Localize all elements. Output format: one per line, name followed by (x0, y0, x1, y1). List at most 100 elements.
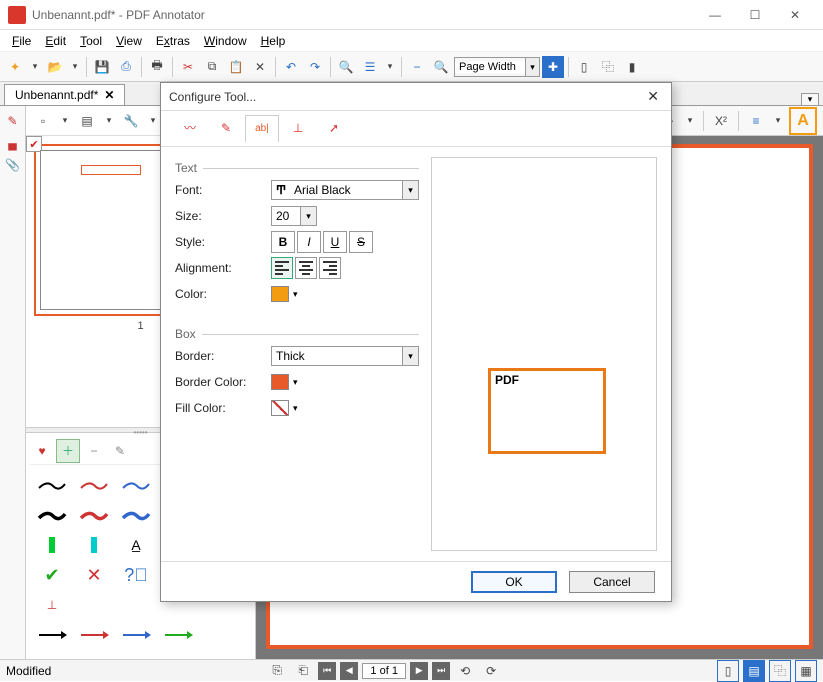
delete-icon[interactable]: ✕ (249, 56, 271, 78)
sidebar-dropdown[interactable]: ▾ (383, 56, 397, 78)
menu-extras[interactable]: Extras (150, 32, 196, 50)
underline-button[interactable]: U (323, 231, 347, 253)
search-icon[interactable]: 🔍 (335, 56, 357, 78)
palette-add-icon[interactable]: ＋ (56, 439, 80, 463)
sidebar-icon[interactable]: ☰ (359, 56, 381, 78)
view-grid-icon[interactable]: ▦ (795, 660, 817, 682)
tab-pen-icon[interactable]: 〰 (173, 115, 207, 143)
page-layout-icon[interactable]: ▯ (573, 56, 595, 78)
border-dropdown-icon[interactable]: ▾ (402, 347, 418, 365)
nav-prev-icon[interactable]: ◀ (340, 662, 358, 680)
size-select[interactable]: 20 ▾ (271, 206, 317, 226)
save-icon[interactable]: 💾 (91, 56, 113, 78)
highlighter-tool-icon[interactable]: ▄ (8, 136, 17, 150)
text-style-icon[interactable]: X² (710, 110, 732, 132)
font-dropdown-icon[interactable]: ▾ (402, 181, 418, 199)
swatch-arrow-red[interactable] (74, 621, 114, 649)
swatch-hl-cyan[interactable] (74, 531, 114, 559)
border-select[interactable]: Thick ▾ (271, 346, 419, 366)
tab-stamp-icon[interactable]: ⊥ (281, 115, 315, 143)
swatch-help-icon[interactable]: ?⃝ (116, 561, 156, 589)
align-icon[interactable]: ≡ (745, 110, 767, 132)
copy-icon[interactable]: ⧉ (201, 56, 223, 78)
save-as-icon[interactable]: ⎙ (115, 56, 137, 78)
size-dropdown-icon[interactable]: ▾ (300, 207, 316, 225)
close-button[interactable]: ✕ (775, 1, 815, 29)
menu-tool[interactable]: Tool (74, 32, 108, 50)
swatch-cross-icon[interactable]: ✕ (74, 561, 114, 589)
minimize-button[interactable]: — (695, 1, 735, 29)
dialog-close-icon[interactable]: ✕ (643, 88, 663, 105)
swatch-pen-blue-thick[interactable] (116, 501, 156, 529)
maximize-button[interactable]: ☐ (735, 1, 775, 29)
swatch-hl-green[interactable] (32, 531, 72, 559)
swatch-pen-red[interactable] (74, 471, 114, 499)
strike-button[interactable]: S (349, 231, 373, 253)
border-color-dropdown-icon[interactable]: ▾ (291, 377, 300, 388)
align-center-button[interactable] (295, 257, 317, 279)
nav-next-icon[interactable]: ▶ (410, 662, 428, 680)
status-page-first-icon[interactable]: ⎘ (266, 660, 288, 682)
swatch-arrow-black[interactable] (32, 621, 72, 649)
swatch-pen-red-thick[interactable] (74, 501, 114, 529)
text-color-picker[interactable]: ▾ (271, 286, 300, 302)
status-page-ins-icon[interactable]: ⎗ (292, 660, 314, 682)
swatch-check-icon[interactable]: ✔ (32, 561, 72, 589)
menu-window[interactable]: Window (198, 32, 253, 50)
zoom-in-icon[interactable]: 🔍 (430, 56, 452, 78)
doc-tab[interactable]: Unbenannt.pdf* ✕ (4, 84, 125, 105)
open-icon[interactable]: 📂 (44, 56, 66, 78)
nav-last-icon[interactable]: ⏭ (432, 662, 450, 680)
menu-view[interactable]: View (110, 32, 148, 50)
tab-arrow-icon[interactable]: ➚ (317, 115, 351, 143)
nav-first-icon[interactable]: ⏮ (318, 662, 336, 680)
menu-edit[interactable]: Edit (39, 32, 72, 50)
page-dual-icon[interactable]: ⿻ (597, 56, 619, 78)
font-select[interactable]: Ͳ Arial Black ▾ (271, 180, 419, 200)
thumb-settings-icon[interactable]: 🔧 (120, 110, 142, 132)
menu-file[interactable]: File (6, 32, 37, 50)
palette-favorites-icon[interactable]: ♥ (30, 439, 54, 463)
swatch-pen-blue[interactable] (116, 471, 156, 499)
swatch-text-cursor[interactable]: A̲ (116, 531, 156, 559)
pen-tool-icon[interactable]: ✎ (7, 114, 17, 128)
thumb-pages-dd[interactable]: ▾ (58, 110, 72, 132)
undo-icon[interactable]: ↶ (280, 56, 302, 78)
page-continuous-icon[interactable]: ▮ (621, 56, 643, 78)
new-icon[interactable]: ✦ (4, 56, 26, 78)
ok-button[interactable]: OK (471, 571, 557, 593)
align-right-button[interactable] (319, 257, 341, 279)
cut-icon[interactable]: ✂ (177, 56, 199, 78)
view-single-icon[interactable]: ▯ (717, 660, 739, 682)
page-input[interactable] (362, 663, 406, 679)
thumb-bookmarks-icon[interactable]: ▤ (76, 110, 98, 132)
text-color-dropdown-icon[interactable]: ▾ (291, 289, 300, 300)
italic-button[interactable]: I (297, 231, 321, 253)
fill-color-dropdown-icon[interactable]: ▾ (291, 403, 300, 414)
align-dd[interactable]: ▾ (771, 110, 785, 132)
palette-remove-icon[interactable]: − (82, 439, 106, 463)
bold-button[interactable]: B (271, 231, 295, 253)
view-dual-icon[interactable]: ⿻ (769, 660, 791, 682)
zoom-dropdown[interactable]: ▾ (525, 58, 539, 76)
print-icon[interactable]: 🖶 (146, 56, 168, 78)
swatch-pen-black-thick[interactable] (32, 501, 72, 529)
redo-icon[interactable]: ↷ (304, 56, 326, 78)
tab-text-icon[interactable]: ab| (245, 115, 279, 143)
zoom-out-icon[interactable]: − (406, 56, 428, 78)
nav-forward-icon[interactable]: ⟳ (480, 660, 502, 682)
fill-color-picker[interactable]: ▾ (271, 400, 300, 416)
paste-icon[interactable]: 📋 (225, 56, 247, 78)
zoom-input[interactable] (455, 61, 525, 73)
thumb-bookmarks-dd[interactable]: ▾ (102, 110, 116, 132)
swatch-stamp-icon[interactable]: ⊥ (32, 591, 72, 619)
menu-help[interactable]: Help (255, 32, 292, 50)
cancel-button[interactable]: Cancel (569, 571, 655, 593)
swatch-arrow-green[interactable] (158, 621, 198, 649)
more-dd[interactable]: ▾ (683, 110, 697, 132)
thumb-settings-dd[interactable]: ▾ (146, 110, 160, 132)
swatch-empty-6[interactable] (116, 591, 156, 619)
swatch-pen-black[interactable] (32, 471, 72, 499)
zoom-fit-icon[interactable]: ✚ (542, 56, 564, 78)
doc-tab-close-icon[interactable]: ✕ (104, 88, 114, 102)
